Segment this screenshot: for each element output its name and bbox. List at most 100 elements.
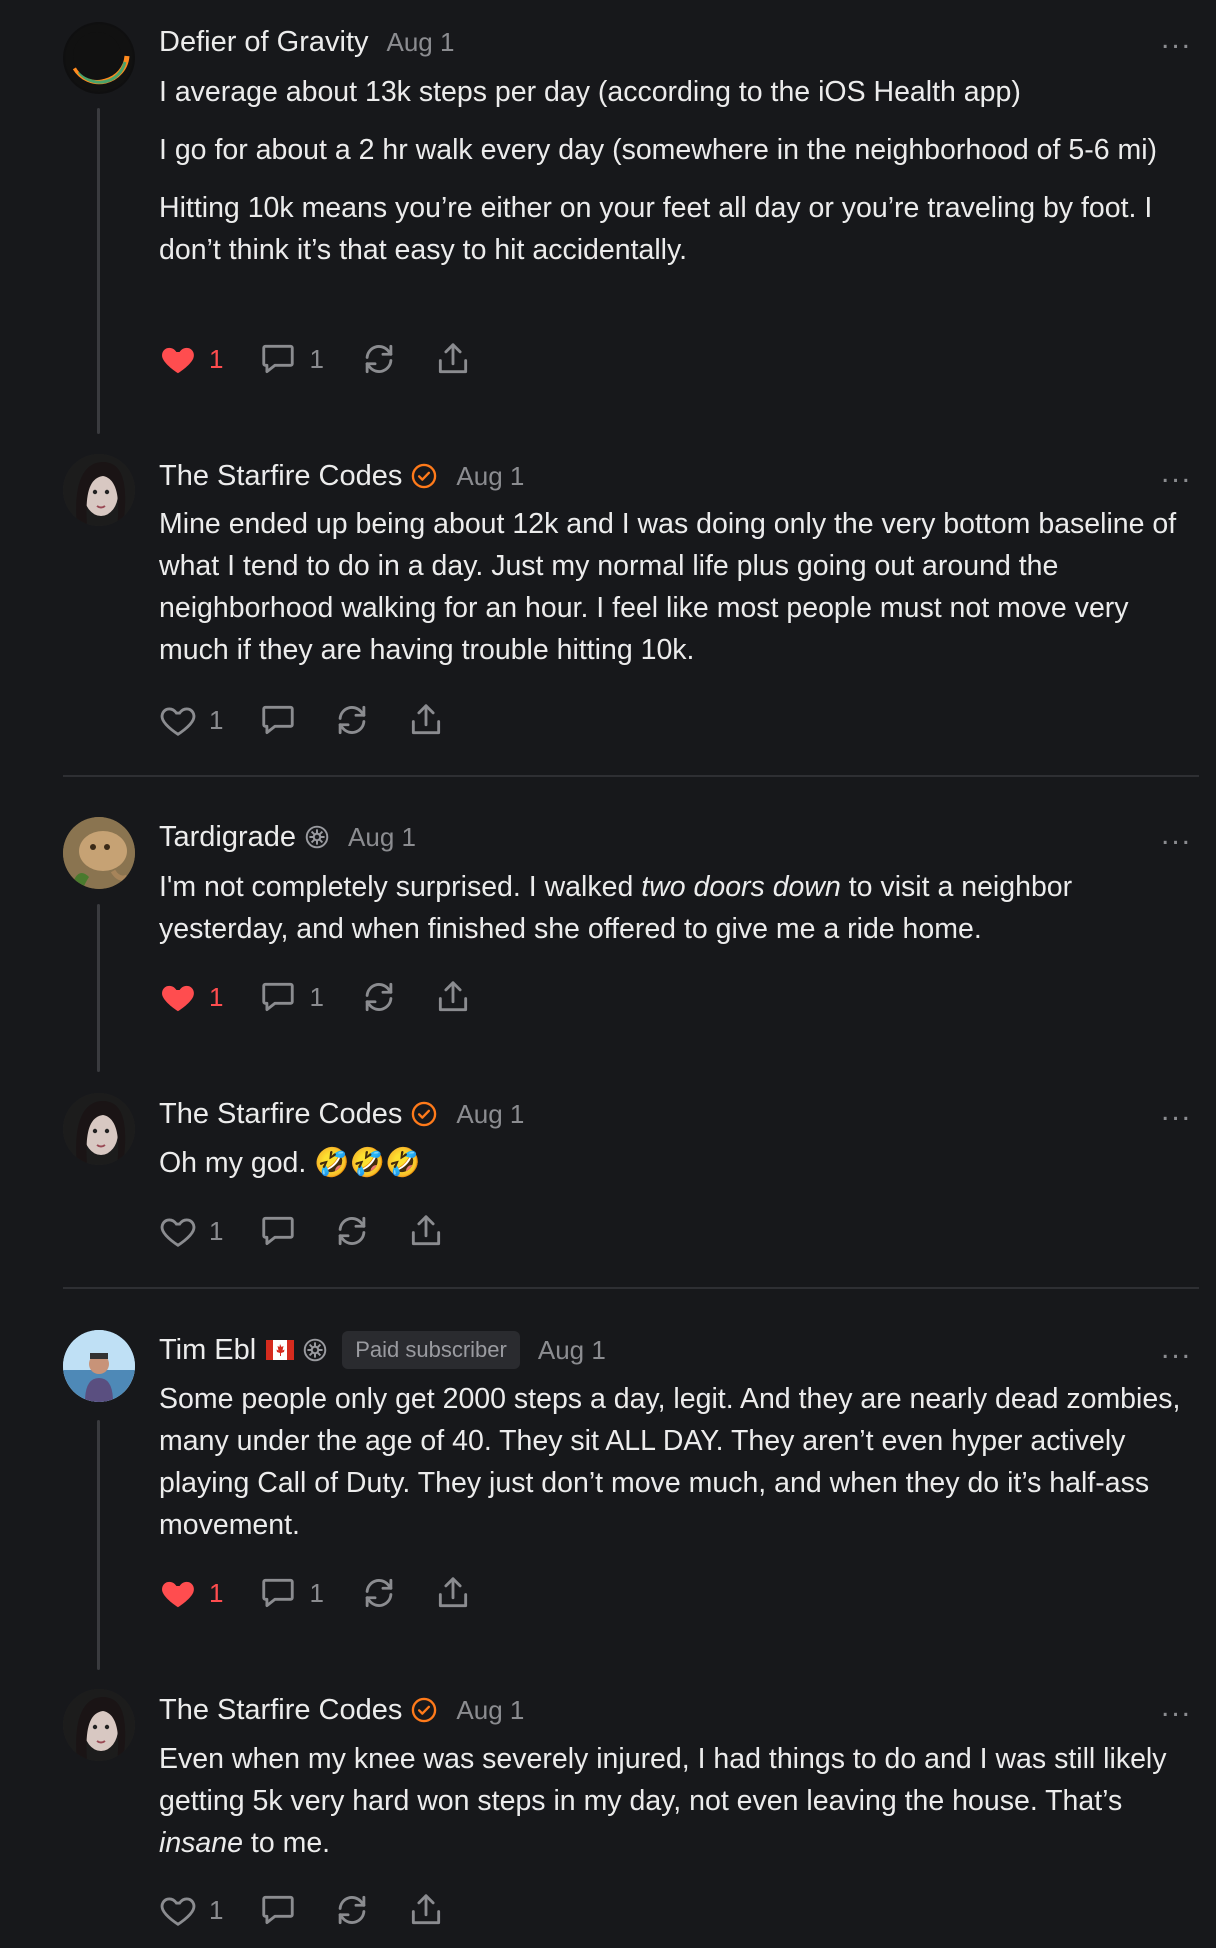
avatar[interactable] (63, 454, 135, 526)
reply-button[interactable]: 1 (259, 340, 324, 378)
paid-subscriber-badge: Paid subscriber (342, 1331, 520, 1369)
share-button[interactable] (407, 1891, 445, 1929)
avatar[interactable] (63, 22, 135, 94)
like-button[interactable]: 1 (159, 340, 223, 378)
comment-paragraph: Oh my god. 🤣🤣🤣 (159, 1147, 421, 1179)
reply-count: 1 (309, 981, 324, 1012)
author-name[interactable]: Tim Ebl (159, 1334, 256, 1367)
comment-bubble-icon (259, 1212, 297, 1250)
comment-date[interactable]: Aug 1 (538, 1335, 606, 1366)
comment-date[interactable]: Aug 1 (456, 461, 524, 492)
comment-date[interactable]: Aug 1 (348, 822, 416, 853)
comment-body: Even when my knee was severely injured, … (159, 1738, 1199, 1880)
thread-line (97, 108, 100, 434)
comment-actions: 1 (159, 1211, 481, 1251)
thread-line (97, 1420, 100, 1670)
gear-badge-icon (302, 1337, 328, 1363)
like-count: 1 (209, 704, 224, 735)
reply-count: 1 (309, 343, 324, 374)
share-icon (407, 1212, 445, 1250)
author-name[interactable]: Defier of Gravity (159, 26, 369, 59)
avatar[interactable] (63, 1330, 135, 1402)
restack-button[interactable] (333, 1212, 371, 1250)
restack-button[interactable] (333, 1891, 371, 1929)
restack-button[interactable] (360, 340, 398, 378)
share-button[interactable] (407, 701, 445, 739)
reply-button[interactable]: 1 (259, 1574, 324, 1612)
share-icon (434, 340, 472, 378)
reply-button[interactable] (259, 701, 297, 739)
reply-count: 1 (309, 1577, 324, 1608)
author-name[interactable]: Tardigrade (159, 821, 296, 854)
comment-date[interactable]: Aug 1 (456, 1099, 524, 1130)
reply-button[interactable] (259, 1212, 297, 1250)
like-button[interactable]: 1 (159, 1574, 223, 1612)
like-button[interactable]: 1 (159, 1891, 223, 1929)
like-button[interactable]: 1 (159, 701, 223, 739)
comment-date[interactable]: Aug 1 (387, 27, 455, 58)
gear-badge-icon (304, 824, 330, 850)
share-button[interactable] (407, 1212, 445, 1250)
reply-button[interactable]: 1 (259, 978, 324, 1016)
author-name[interactable]: The Starfire Codes (159, 460, 402, 493)
restack-button[interactable] (333, 701, 371, 739)
author-name[interactable]: The Starfire Codes (159, 1098, 402, 1131)
comment-body: Some people only get 2000 steps a day, l… (159, 1378, 1199, 1562)
canada-flag-icon (266, 1340, 295, 1360)
comment-bubble-icon (259, 701, 297, 739)
share-button[interactable] (434, 340, 472, 378)
comment-header: The Starfire Codes Aug 1 (159, 1092, 524, 1136)
comment-bubble-icon (259, 978, 297, 1016)
reply-button[interactable] (259, 1891, 297, 1929)
more-options-icon[interactable]: ... (1161, 22, 1192, 56)
comment-paragraph: Mine ended up being about 12k and I was … (159, 508, 1177, 666)
more-options-icon[interactable]: ... (1161, 1094, 1192, 1128)
share-icon (407, 701, 445, 739)
share-button[interactable] (434, 1574, 472, 1612)
comment-header: The Starfire Codes Aug 1 (159, 1688, 524, 1732)
restack-icon (333, 701, 371, 739)
emphasis-text: insane (159, 1827, 243, 1859)
comment-header: Tim Ebl Paid subscriber Aug 1 (159, 1328, 606, 1372)
heart-icon (159, 1891, 197, 1929)
more-options-icon[interactable]: ... (1161, 1690, 1192, 1724)
heart-icon (159, 978, 197, 1016)
share-icon (407, 1891, 445, 1929)
comment-bubble-icon (259, 1891, 297, 1929)
check-badge-icon (410, 1696, 438, 1724)
comment-actions: 1 (159, 1890, 481, 1930)
thread-line (97, 904, 100, 1072)
like-button[interactable]: 1 (159, 978, 223, 1016)
heart-icon (159, 340, 197, 378)
emphasis-text: two doors down (641, 871, 841, 903)
comment-body: Oh my god. 🤣🤣🤣 (159, 1142, 1199, 1200)
avatar[interactable] (63, 817, 135, 889)
check-badge-icon (410, 1100, 438, 1128)
restack-icon (333, 1212, 371, 1250)
restack-icon (360, 1574, 398, 1612)
more-options-icon[interactable]: ... (1161, 1332, 1192, 1366)
comment-actions: 1 (159, 700, 481, 740)
comment-paragraph: Some people only get 2000 steps a day, l… (159, 1383, 1181, 1541)
comment-paragraph: Hitting 10k means you’re either on your … (159, 192, 1153, 266)
comment-bubble-icon (259, 1574, 297, 1612)
avatar[interactable] (63, 1689, 135, 1761)
like-count: 1 (209, 1215, 224, 1246)
comment-actions: 1 1 (159, 1573, 508, 1613)
more-options-icon[interactable]: ... (1161, 456, 1192, 490)
comment-paragraph: Even when my knee was severely injured, … (159, 1738, 1199, 1864)
comment-actions: 1 1 (159, 977, 508, 1017)
more-options-icon[interactable]: ... (1161, 818, 1192, 852)
author-name[interactable]: The Starfire Codes (159, 1694, 402, 1727)
restack-button[interactable] (360, 1574, 398, 1612)
share-button[interactable] (434, 978, 472, 1016)
comment-actions: 1 1 (159, 339, 508, 379)
restack-button[interactable] (360, 978, 398, 1016)
text-run: I'm not completely surprised. I walked (159, 871, 642, 903)
thread-divider (63, 1287, 1199, 1289)
restack-icon (360, 978, 398, 1016)
comment-date[interactable]: Aug 1 (456, 1695, 524, 1726)
like-count: 1 (209, 343, 224, 374)
avatar[interactable] (63, 1093, 135, 1165)
like-button[interactable]: 1 (159, 1212, 223, 1250)
